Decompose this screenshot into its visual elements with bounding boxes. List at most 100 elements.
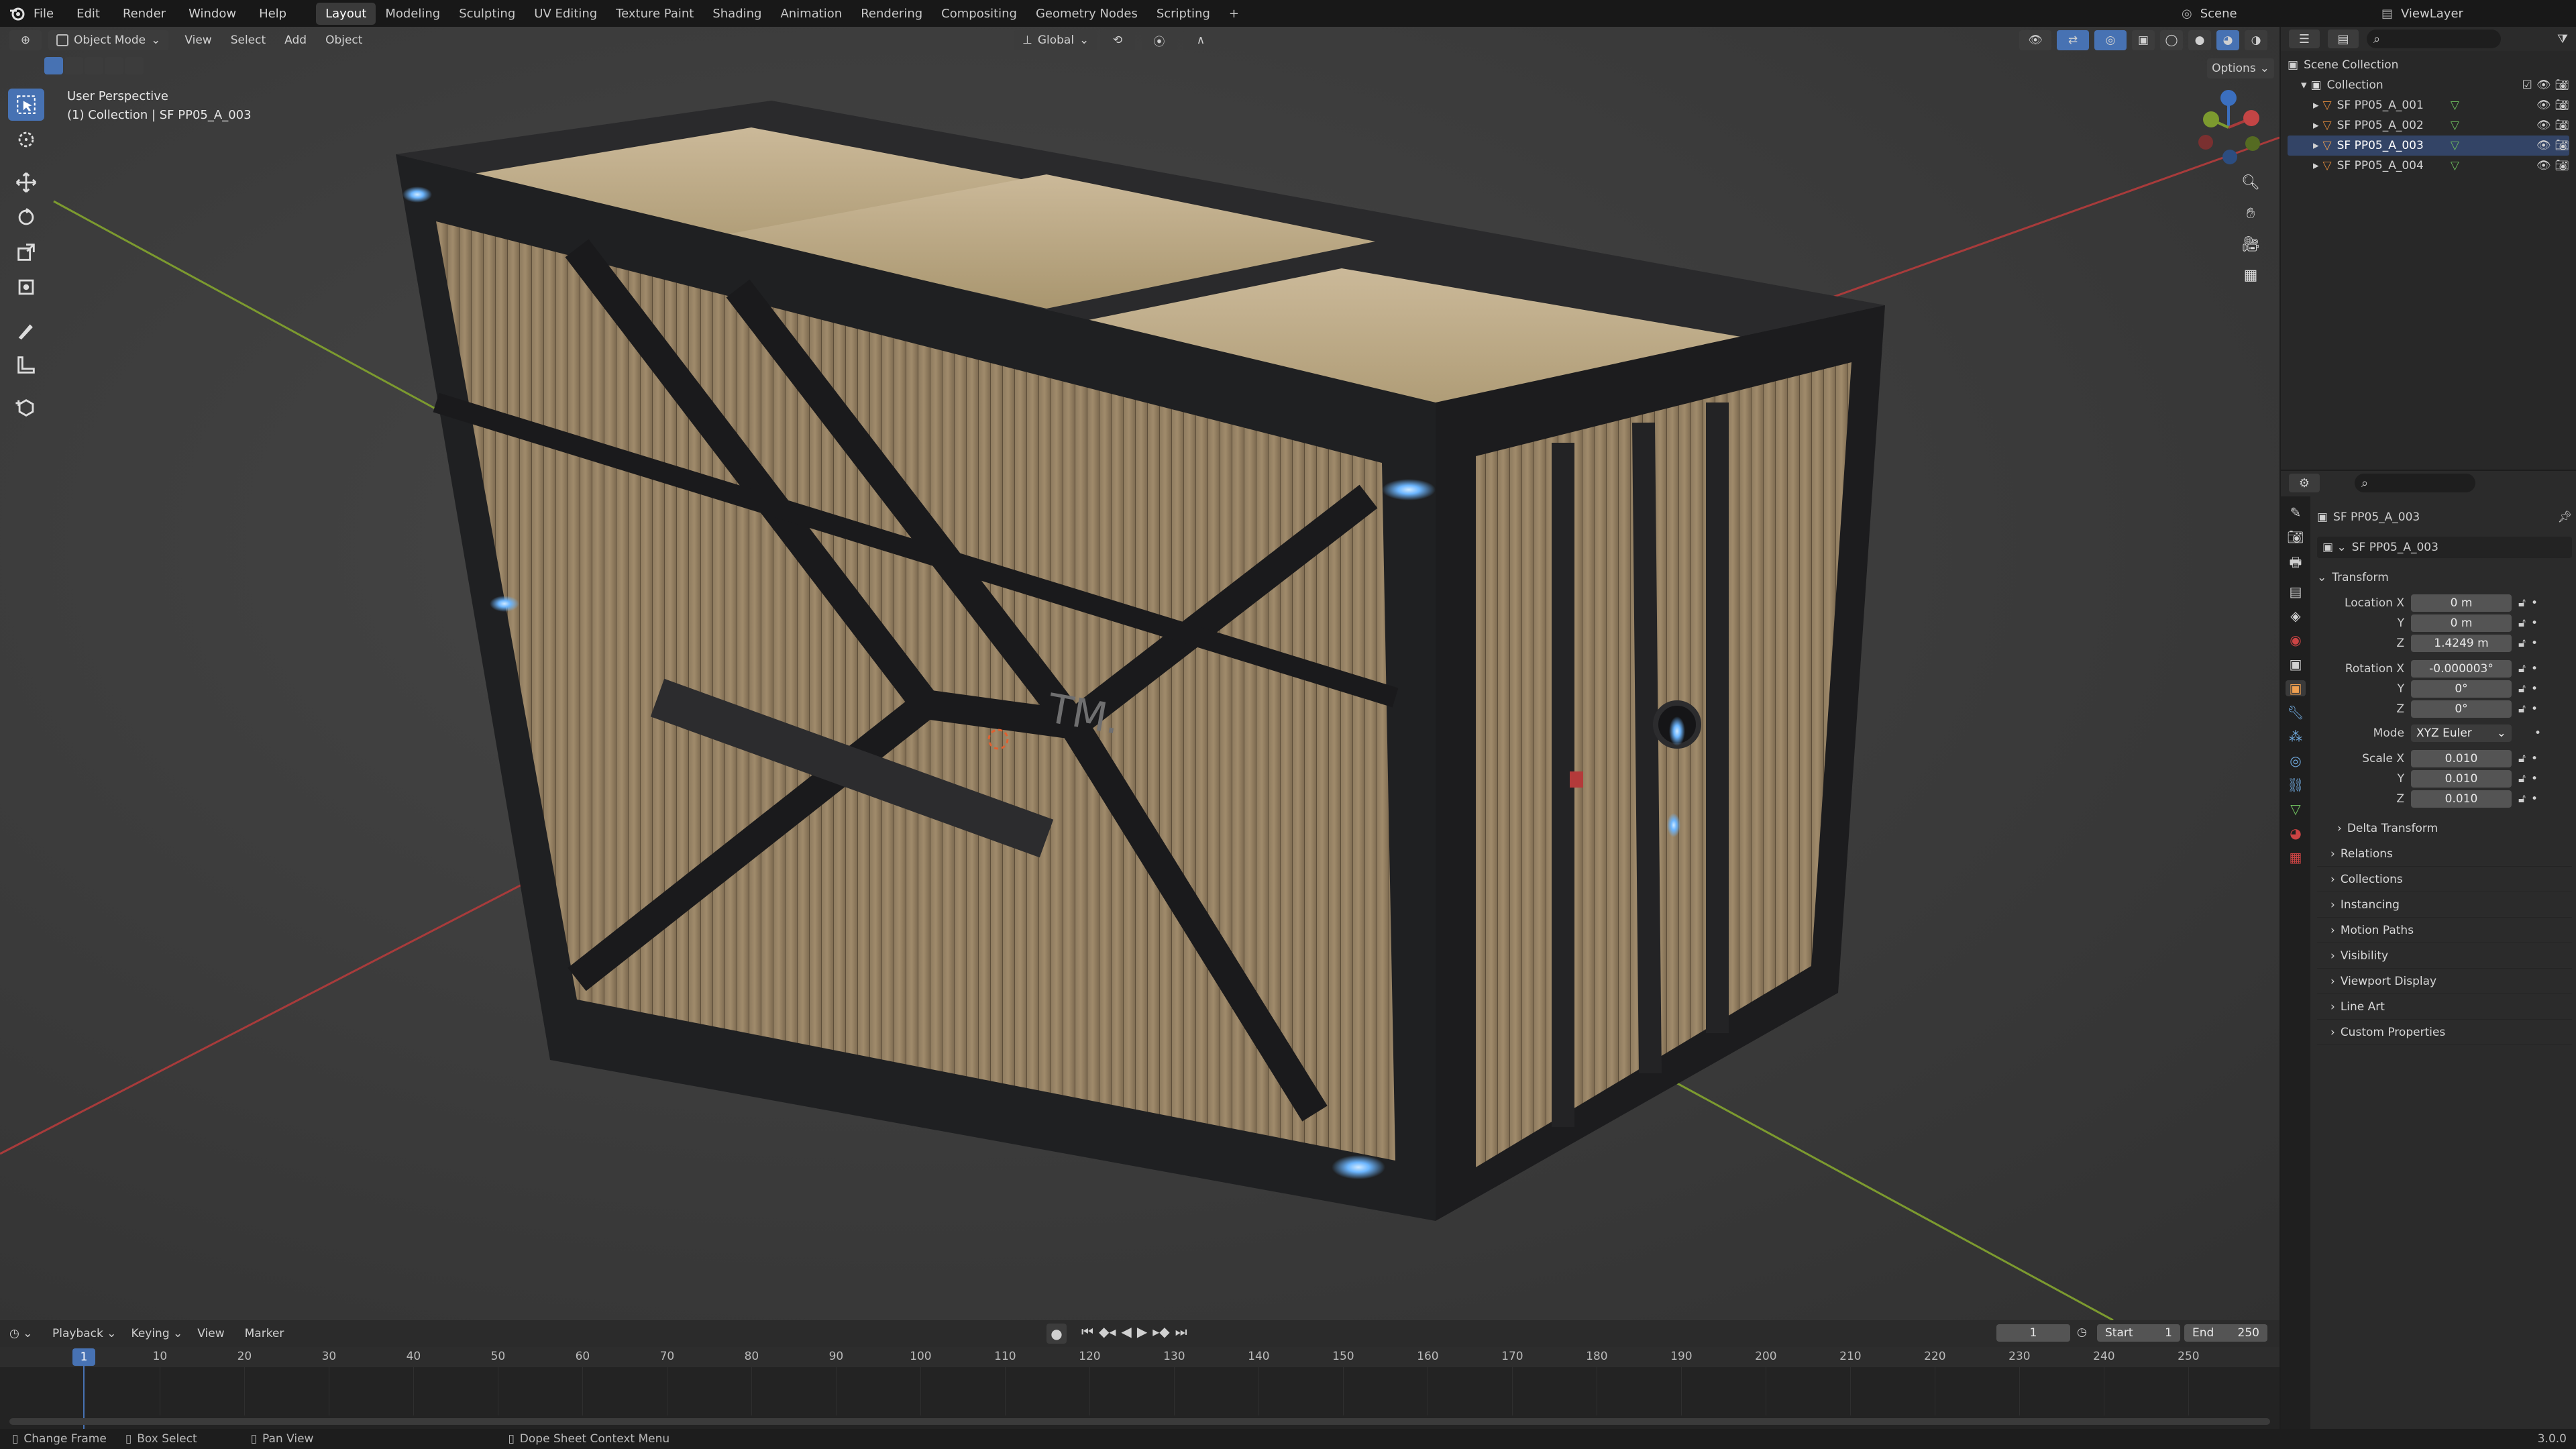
camera-render-icon[interactable]: 📷︎ bbox=[2555, 159, 2569, 172]
relations-panel[interactable]: › Relations bbox=[2317, 841, 2572, 867]
expand-icon[interactable]: ▸ bbox=[2313, 139, 2319, 152]
constraints-tab-icon[interactable]: ⛓ bbox=[2287, 777, 2304, 793]
render-tab-icon[interactable]: 📷︎ bbox=[2287, 529, 2304, 545]
instancing-panel[interactable]: › Instancing bbox=[2317, 892, 2572, 918]
line-art-panel[interactable]: › Line Art bbox=[2317, 994, 2572, 1020]
expand-icon[interactable]: ▸ bbox=[2313, 99, 2319, 112]
view-layer-selector[interactable]: ▤ ViewLayer bbox=[2381, 3, 2549, 24]
play-reverse-icon[interactable]: ◀ bbox=[1121, 1324, 1131, 1344]
current-frame-field[interactable]: 1 bbox=[1996, 1324, 2070, 1342]
add-workspace-icon[interactable]: + bbox=[1220, 3, 1248, 25]
play-icon[interactable]: ▶ bbox=[1137, 1324, 1147, 1344]
mode-dropdown[interactable]: Object Mode ⌄ bbox=[48, 30, 169, 50]
collection-tab-icon[interactable]: ▣ bbox=[2290, 656, 2302, 672]
expand-icon[interactable]: ▸ bbox=[2313, 119, 2319, 132]
add-cube-tool-icon[interactable] bbox=[8, 392, 44, 424]
scale-tool-icon[interactable] bbox=[8, 236, 44, 268]
filter-icon[interactable]: ⧩ bbox=[2557, 32, 2568, 46]
keyframe-dot-icon[interactable]: • bbox=[2531, 637, 2538, 650]
select-extend-icon[interactable] bbox=[64, 57, 83, 74]
overlay-toggle-icon[interactable]: ◎ bbox=[2094, 30, 2127, 50]
menu-window[interactable]: Window bbox=[189, 7, 236, 21]
rotation-x-field[interactable]: -0.000003° bbox=[2411, 660, 2512, 678]
lock-icon[interactable]: 🔓︎ bbox=[2518, 682, 2526, 696]
scene-selector[interactable]: ◎ Scene bbox=[2182, 3, 2309, 24]
collection-row[interactable]: ▾ ▣ Collection ☑ 👁 📷︎ bbox=[2288, 75, 2569, 95]
view-layer-tab-icon[interactable]: ▤ bbox=[2290, 584, 2302, 600]
move-tool-icon[interactable] bbox=[8, 166, 44, 199]
transform-panel-header[interactable]: ⌄ Transform bbox=[2317, 568, 2572, 588]
tab-uv-editing[interactable]: UV Editing bbox=[525, 3, 606, 25]
timeline-menu-marker[interactable]: Marker bbox=[245, 1327, 284, 1340]
lock-icon[interactable]: 🔓︎ bbox=[2518, 792, 2526, 806]
outliner-editor-icon[interactable]: ☰ bbox=[2289, 30, 2320, 48]
menu-edit[interactable]: Edit bbox=[76, 7, 100, 21]
select-new-icon[interactable] bbox=[44, 57, 63, 74]
camera-render-icon[interactable]: 📷︎ bbox=[2555, 99, 2569, 112]
rotate-tool-icon[interactable] bbox=[8, 201, 44, 233]
world-tab-icon[interactable]: ◉ bbox=[2290, 632, 2301, 648]
menu-help[interactable]: Help bbox=[259, 7, 286, 21]
outliner-item[interactable]: ▸ ▽ SF PP05_A_002 ▽ 👁 📷︎ bbox=[2288, 115, 2569, 136]
pan-hand-icon[interactable]: ✋︎ bbox=[2238, 201, 2263, 226]
viewport-menu-object[interactable]: Object bbox=[325, 34, 362, 47]
timeline-editor-icon[interactable]: ◷ ⌄ bbox=[9, 1327, 36, 1340]
transform-tool-icon[interactable] bbox=[8, 271, 44, 303]
outliner-item-selected[interactable]: ▸ ▽ SF PP05_A_003 ▽ 👁 📷︎ bbox=[2288, 136, 2569, 156]
snap-icon[interactable]: ⦿ bbox=[1142, 30, 1177, 50]
camera-render-icon[interactable]: 📷︎ bbox=[2555, 78, 2569, 92]
camera-render-icon[interactable]: 📷︎ bbox=[2555, 139, 2569, 152]
timeline-menu-playback[interactable]: Playback ⌄ bbox=[52, 1327, 117, 1340]
visibility-filter-icon[interactable]: 👁 bbox=[2019, 30, 2051, 50]
blender-logo-icon[interactable] bbox=[0, 5, 34, 21]
timeline-menu-view[interactable]: View bbox=[197, 1327, 224, 1340]
display-mode-icon[interactable]: ▤ bbox=[2328, 30, 2359, 48]
keyframe-dot-icon[interactable]: • bbox=[2531, 662, 2538, 676]
tab-shading[interactable]: Shading bbox=[703, 3, 771, 25]
delta-transform-panel[interactable]: › Delta Transform bbox=[2317, 816, 2572, 841]
keyframe-dot-icon[interactable]: • bbox=[2531, 682, 2538, 696]
camera-render-icon[interactable]: 📷︎ bbox=[2555, 119, 2569, 132]
eye-icon[interactable]: 👁 bbox=[2536, 159, 2551, 172]
expand-icon[interactable]: ▾ bbox=[2301, 78, 2307, 92]
checkbox-icon[interactable]: ☑ bbox=[2522, 78, 2532, 92]
keyframe-dot-icon[interactable]: • bbox=[2531, 702, 2538, 716]
lock-icon[interactable]: 🔓︎ bbox=[2518, 702, 2526, 716]
lock-icon[interactable]: 🔓︎ bbox=[2518, 637, 2526, 650]
viewport-menu-add[interactable]: Add bbox=[284, 34, 307, 47]
eye-icon[interactable]: 👁 bbox=[2536, 119, 2551, 132]
viewport-menu-view[interactable]: View bbox=[184, 34, 211, 47]
lock-icon[interactable]: 🔓︎ bbox=[2518, 772, 2526, 786]
prev-keyframe-icon[interactable]: ◆◂ bbox=[1099, 1324, 1116, 1344]
visibility-panel[interactable]: › Visibility bbox=[2317, 943, 2572, 969]
outliner-item[interactable]: ▸ ▽ SF PP05_A_004 ▽ 👁 📷︎ bbox=[2288, 156, 2569, 176]
menu-render[interactable]: Render bbox=[123, 7, 166, 21]
select-box-tool-icon[interactable] bbox=[8, 89, 44, 121]
collections-panel[interactable]: › Collections bbox=[2317, 867, 2572, 892]
material-tab-icon[interactable]: ◕ bbox=[2290, 825, 2301, 841]
tab-layout[interactable]: Layout bbox=[316, 2, 376, 25]
navigation-gizmo[interactable] bbox=[2187, 87, 2261, 168]
eye-icon[interactable]: 👁 bbox=[2536, 139, 2551, 152]
object-tab-icon[interactable]: ▣ bbox=[2285, 680, 2306, 696]
proportional-edit-icon[interactable]: ∧ bbox=[1183, 30, 1218, 50]
keyframe-dot-icon[interactable]: • bbox=[2531, 772, 2538, 786]
clock-icon[interactable]: ◷ bbox=[2077, 1326, 2087, 1339]
location-y-field[interactable]: 0 m bbox=[2411, 614, 2512, 632]
editor-type-icon[interactable]: ⊕ bbox=[9, 30, 42, 50]
viewport-display-panel[interactable]: › Viewport Display bbox=[2317, 969, 2572, 994]
jump-end-icon[interactable]: ⏭ bbox=[1175, 1324, 1187, 1344]
start-frame-field[interactable]: Start 1 bbox=[2097, 1324, 2180, 1342]
location-x-field[interactable]: 0 m bbox=[2411, 594, 2512, 612]
lock-icon[interactable]: 🔓︎ bbox=[2518, 616, 2526, 630]
physics-tab-icon[interactable]: ◎ bbox=[2290, 753, 2301, 769]
tab-modeling[interactable]: Modeling bbox=[376, 3, 449, 25]
gizmo-toggle-icon[interactable]: ⇄ bbox=[2057, 30, 2089, 50]
eye-icon[interactable]: 👁 bbox=[2536, 78, 2551, 92]
texture-tab-icon[interactable]: ▦ bbox=[2290, 849, 2302, 865]
expand-icon[interactable]: ▸ bbox=[2313, 159, 2319, 172]
outliner-search-input[interactable]: ⌕ bbox=[2367, 30, 2501, 48]
rotation-mode-dropdown[interactable]: XYZ Euler ⌄ bbox=[2411, 724, 2512, 742]
end-frame-field[interactable]: End 250 bbox=[2184, 1324, 2267, 1342]
modifier-tab-icon[interactable]: 🔧︎ bbox=[2287, 704, 2304, 720]
